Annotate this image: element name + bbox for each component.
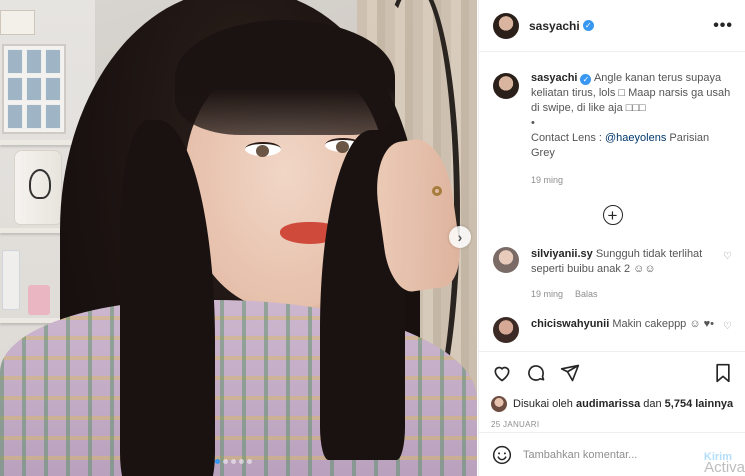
bangs bbox=[175, 20, 395, 135]
comment-text: Makin cakeppp ☺ ♥• bbox=[612, 318, 715, 330]
likes-prefix: Disukai oleh bbox=[513, 398, 573, 410]
carousel-dot bbox=[215, 459, 220, 464]
comment-like-icon[interactable]: ♡ bbox=[723, 321, 732, 332]
reply-button[interactable]: Balas bbox=[575, 289, 598, 299]
carousel-next-button[interactable]: › bbox=[449, 226, 471, 248]
carousel-dot bbox=[239, 459, 244, 464]
comment-like-icon[interactable]: ♡ bbox=[723, 251, 732, 262]
left-eye bbox=[245, 142, 281, 157]
caption-username[interactable]: sasyachi bbox=[531, 72, 577, 84]
share-send-icon[interactable] bbox=[559, 362, 581, 384]
comment-input[interactable] bbox=[523, 448, 734, 461]
caption-time: 19 ming bbox=[531, 175, 564, 185]
wall-sign bbox=[0, 10, 35, 35]
likes-and: dan bbox=[643, 398, 662, 410]
carousel-indicator bbox=[215, 459, 252, 464]
caption-avatar[interactable] bbox=[493, 73, 519, 99]
os-activation-watermark: Activa bbox=[704, 459, 745, 476]
glass-jar bbox=[2, 250, 20, 310]
carousel-dot bbox=[247, 459, 252, 464]
more-options-icon[interactable]: ••• bbox=[713, 17, 733, 35]
emoji-icon[interactable] bbox=[491, 444, 513, 466]
carousel-dot bbox=[231, 459, 236, 464]
caption: sasyachi ✓ Angle kanan terus supaya kelia… bbox=[493, 71, 732, 185]
liker-avatar[interactable] bbox=[491, 396, 507, 412]
caption-bullet: • bbox=[531, 117, 535, 129]
verified-badge-icon: ✓ bbox=[580, 74, 592, 85]
author-username[interactable]: sasyachi bbox=[529, 19, 580, 33]
liker-username[interactable]: audimarissa bbox=[576, 398, 640, 410]
photo-frame bbox=[2, 44, 66, 134]
like-heart-icon[interactable] bbox=[491, 362, 513, 384]
comment-avatar[interactable] bbox=[493, 317, 519, 343]
comment-bubble-icon[interactable] bbox=[525, 362, 547, 384]
plus-icon: + bbox=[607, 205, 618, 225]
post-actions: Disukai oleh audimarissa dan 5,754 lainn… bbox=[479, 351, 745, 429]
carousel-dot bbox=[223, 459, 228, 464]
post-sidebar: sasyachi ✓ ••• sasyachi ✓ Angle kanan ter… bbox=[478, 0, 745, 476]
comment-username[interactable]: chiciswahyunii bbox=[531, 318, 609, 330]
author-avatar[interactable] bbox=[493, 12, 519, 39]
post-header: sasyachi ✓ ••• bbox=[479, 0, 745, 52]
face-vase bbox=[14, 150, 62, 225]
post-date: 25 JANUARI bbox=[491, 420, 540, 429]
pink-jar bbox=[28, 285, 50, 315]
comment-time: 19 ming bbox=[531, 289, 564, 299]
ring bbox=[432, 186, 442, 196]
comment-avatar[interactable] bbox=[493, 247, 519, 273]
comments-list[interactable]: sasyachi ✓ Angle kanan terus supaya kelia… bbox=[479, 53, 745, 350]
likes-summary: Disukai oleh audimarissa dan 5,754 lainn… bbox=[491, 396, 734, 412]
likes-count[interactable]: 5,754 lainnya bbox=[665, 398, 734, 410]
caption-contact-label: Contact Lens : bbox=[531, 132, 605, 144]
post-photo[interactable]: › bbox=[0, 0, 477, 476]
load-more-comments-button[interactable]: + bbox=[602, 205, 623, 225]
bookmark-icon[interactable] bbox=[712, 362, 734, 384]
chevron-right-icon: › bbox=[457, 229, 463, 245]
verified-badge-icon: ✓ bbox=[582, 20, 594, 31]
comment-username[interactable]: silviyanii.sy bbox=[531, 248, 593, 260]
comment-item: silviyanii.sy Sungguh tidak terlihat sep… bbox=[493, 247, 732, 299]
comment-item: chiciswahyunii Makin cakeppp ☺ ♥• ♡ bbox=[493, 317, 732, 343]
contact-link[interactable]: @haeyolens bbox=[605, 132, 666, 144]
